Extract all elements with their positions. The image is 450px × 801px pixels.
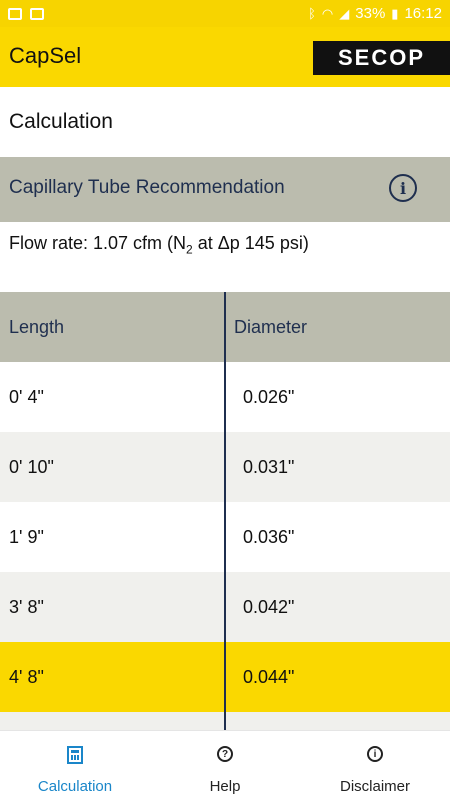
column-header-length: Length [9, 317, 65, 337]
column-divider [224, 292, 226, 730]
length-cell: 0' 10" [9, 456, 54, 477]
diameter-cell: 0.036" [243, 526, 295, 547]
nav-disclaimer[interactable]: i Disclaimer [300, 731, 450, 801]
nav-label: Help [209, 778, 241, 795]
secop-logo: SECOP [313, 41, 450, 75]
battery-icon: ▮ [391, 5, 399, 21]
image-icon [8, 7, 22, 20]
flow-rate-prefix: Flow rate: 1.07 cfm (N [9, 233, 187, 253]
page-title: Calculation [9, 110, 113, 133]
recommendation-label: Capillary Tube Recommendation [9, 177, 285, 198]
flow-rate-subscript: 2 [186, 242, 193, 257]
info-icon: i [367, 746, 383, 770]
mail-icon [30, 7, 44, 20]
calculator-icon [67, 746, 83, 770]
help-icon: ? [217, 746, 233, 770]
length-cell: 4' 8" [9, 666, 44, 687]
column-header-diameter: Diameter [234, 317, 308, 337]
length-cell: 1' 9" [9, 526, 44, 547]
battery-percent: 33% [355, 5, 386, 22]
nav-calculation[interactable]: Calculation [0, 731, 150, 801]
length-cell: 0' 4" [9, 386, 44, 407]
flow-rate-text: Flow rate: 1.07 cfm (N2 at Δp 145 psi) [9, 233, 309, 257]
length-cell: 3' 8" [9, 596, 44, 617]
diameter-cell: 0.026" [243, 386, 295, 407]
flow-rate-suffix: at Δp 145 psi) [192, 233, 309, 253]
diameter-cell: 0.044" [243, 666, 295, 687]
app-title: CapSel [9, 43, 82, 68]
info-icon[interactable]: i [389, 174, 417, 202]
app-bar: CapSel SECOP [0, 27, 450, 87]
clock: 16:12 [404, 5, 442, 22]
recommendation-header: Capillary Tube Recommendation i [0, 157, 450, 222]
nav-label: Calculation [37, 778, 113, 795]
wifi-icon: ◠ [321, 5, 334, 21]
signal-icon: ◢ [339, 5, 350, 21]
nav-label: Disclaimer [339, 778, 410, 795]
nav-help[interactable]: ? Help [150, 731, 300, 801]
status-bar: ᛒ ◠ ◢ 33% ▮ 16:12 [0, 0, 450, 27]
bluetooth-icon: ᛒ [308, 6, 316, 21]
diameter-cell: 0.031" [243, 456, 295, 477]
diameter-cell: 0.042" [243, 596, 295, 617]
bottom-navigation: Calculation ? Help i Disclaimer [0, 730, 450, 801]
